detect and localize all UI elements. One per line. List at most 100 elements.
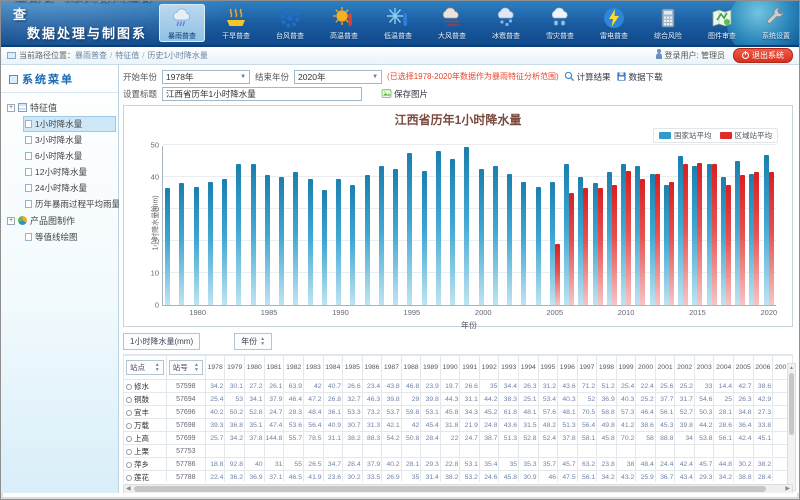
bar-group[interactable] [377, 146, 391, 305]
download-button[interactable]: 数据下载 [616, 71, 663, 83]
bar-group[interactable] [477, 146, 491, 305]
bar-group[interactable] [462, 146, 476, 305]
sidebar-item[interactable]: 6小时降水量 [23, 148, 116, 164]
horizontal-scroll-thumb[interactable] [134, 486, 766, 492]
regional-station-bar[interactable] [669, 182, 674, 305]
bar-group[interactable] [220, 146, 234, 305]
vertical-scroll-thumb[interactable] [789, 373, 794, 435]
national-station-bar[interactable] [265, 175, 270, 305]
national-station-bar[interactable] [479, 169, 484, 305]
bar-group[interactable] [619, 146, 633, 305]
bar-group[interactable] [249, 146, 263, 305]
station-name-cell[interactable]: 上高 [124, 432, 167, 445]
bar-group[interactable] [690, 146, 704, 305]
national-station-bar[interactable] [365, 175, 370, 305]
station-radio[interactable] [126, 423, 132, 429]
end-year-select[interactable]: 2020年 ▼ [294, 70, 382, 84]
bar-group[interactable] [705, 146, 719, 305]
national-station-bar[interactable] [450, 159, 455, 305]
station-name-cell[interactable]: 铜鼓 [124, 393, 167, 406]
national-station-bar[interactable] [236, 164, 241, 305]
toolbar-item-rainstorm[interactable]: 暴雨普查 [159, 4, 205, 42]
regional-station-bar[interactable] [555, 244, 560, 305]
bar-group[interactable] [505, 146, 519, 305]
station-table-viewport[interactable]: 站点▲▼站号▲▼19781979198019811982198319841985… [123, 354, 793, 482]
bar-group[interactable] [733, 146, 747, 305]
national-station-bar[interactable] [251, 164, 256, 305]
regional-station-bar[interactable] [655, 174, 660, 305]
bar-group[interactable] [263, 146, 277, 305]
national-station-bar[interactable] [336, 179, 341, 305]
expander-icon[interactable]: + [7, 217, 15, 225]
national-station-bar[interactable] [350, 185, 355, 305]
logout-button[interactable]: 退出系统 [733, 48, 793, 63]
bar-group[interactable] [420, 146, 434, 305]
national-station-bar[interactable] [379, 166, 384, 305]
station-name-cell[interactable]: 莲花 [124, 471, 167, 483]
regional-station-bar[interactable] [712, 164, 717, 305]
bar-group[interactable] [348, 146, 362, 305]
scroll-left-icon[interactable]: ◀ [126, 485, 131, 493]
toolbar-item-review[interactable]: 图件审查 [699, 4, 745, 42]
bar-group[interactable] [519, 146, 533, 305]
bar-group[interactable] [192, 146, 206, 305]
toolbar-item-drought[interactable]: 干旱普查 [213, 4, 259, 42]
regional-station-bar[interactable] [626, 171, 631, 305]
sidebar-item[interactable]: 12小时降水量 [23, 164, 116, 180]
bar-group[interactable] [676, 146, 690, 305]
scroll-up-icon[interactable]: ▲ [788, 365, 795, 371]
bar-group[interactable] [719, 146, 733, 305]
station-name-cell[interactable]: 修水 [124, 380, 167, 393]
sidebar-group[interactable]: +特征值 [7, 99, 116, 116]
scroll-right-icon[interactable]: ▶ [785, 485, 790, 493]
national-station-bar[interactable] [308, 179, 313, 305]
national-station-bar[interactable] [536, 187, 541, 305]
bar-group[interactable] [591, 146, 605, 305]
sidebar-item[interactable]: 3小时降水量 [23, 132, 116, 148]
bar-group[interactable] [334, 146, 348, 305]
regional-station-bar[interactable] [612, 185, 617, 305]
toolbar-item-hail[interactable]: 冰雹普查 [483, 4, 529, 42]
bar-group[interactable] [291, 146, 305, 305]
national-station-bar[interactable] [322, 190, 327, 305]
bar-group[interactable] [747, 146, 761, 305]
bar-group[interactable] [206, 146, 220, 305]
calculate-button[interactable]: 计算结果 [564, 71, 611, 83]
sidebar-item[interactable]: 历年暴雨过程平均雨量 [23, 196, 116, 212]
start-year-select[interactable]: 1978年 ▼ [162, 70, 250, 84]
sidebar-item[interactable]: 1小时降水量 [23, 116, 116, 132]
bar-group[interactable] [491, 146, 505, 305]
expander-icon[interactable]: + [7, 104, 15, 112]
bar-group[interactable] [605, 146, 619, 305]
regional-station-bar[interactable] [697, 163, 702, 305]
regional-station-bar[interactable] [754, 172, 759, 305]
horizontal-scrollbar[interactable]: ◀ ▶ [123, 484, 793, 493]
station-radio[interactable] [126, 410, 132, 416]
national-station-bar[interactable] [436, 151, 441, 305]
station-radio[interactable] [126, 397, 132, 403]
national-station-bar[interactable] [521, 182, 526, 305]
toolbar-item-lightning[interactable]: 雷电普查 [591, 4, 637, 42]
regional-station-bar[interactable] [769, 172, 774, 305]
sidebar-item[interactable]: 24小时降水量 [23, 180, 116, 196]
save-image-button[interactable]: 保存图片 [381, 88, 428, 100]
chart-legend[interactable]: 国家站平均区域站平均 [653, 128, 778, 143]
station-radio[interactable] [126, 462, 132, 468]
national-station-bar[interactable] [707, 164, 712, 305]
bar-group[interactable] [320, 146, 334, 305]
station-column-header[interactable]: 站点▲▼ [124, 356, 167, 380]
bar-group[interactable] [633, 146, 647, 305]
national-station-bar[interactable] [507, 174, 512, 305]
toolbar-item-cold[interactable]: 低温普查 [375, 4, 421, 42]
regional-station-bar[interactable] [726, 185, 731, 305]
national-station-bar[interactable] [179, 183, 184, 305]
bar-group[interactable] [548, 146, 562, 305]
national-station-bar[interactable] [407, 153, 412, 305]
station-radio[interactable] [126, 449, 132, 455]
bar-group[interactable] [177, 146, 191, 305]
bar-group[interactable] [277, 146, 291, 305]
regional-station-bar[interactable] [569, 193, 574, 305]
national-station-bar[interactable] [208, 182, 213, 305]
national-station-bar[interactable] [650, 174, 655, 305]
station-id-column-header[interactable]: 站号▲▼ [166, 356, 205, 380]
